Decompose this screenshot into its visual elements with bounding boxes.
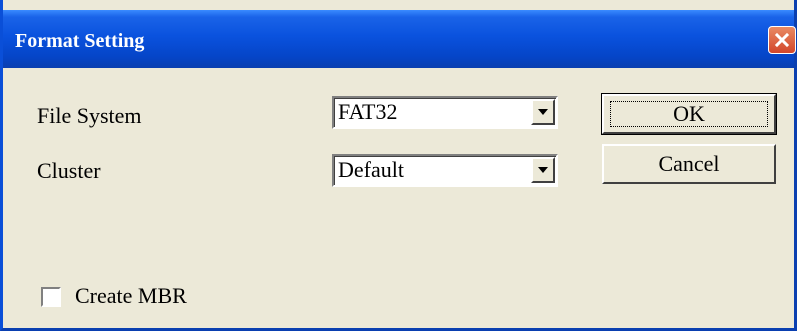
file-system-select[interactable]: FAT32 (332, 96, 558, 129)
chevron-down-icon (538, 167, 548, 173)
create-mbr-label[interactable]: Create MBR (75, 283, 187, 309)
file-system-label: File System (37, 103, 142, 128)
cluster-value: Default (338, 157, 404, 182)
create-mbr-checkbox[interactable] (41, 287, 61, 307)
close-button[interactable] (768, 26, 796, 54)
dialog-title: Format Setting (15, 30, 145, 52)
cluster-dropdown-button[interactable] (531, 157, 555, 183)
cancel-button-label: Cancel (658, 151, 720, 176)
format-setting-dialog: Format Setting File System FAT32 Cluster… (0, 0, 797, 331)
ok-button[interactable]: OK (601, 93, 777, 135)
focus-ring (610, 101, 768, 127)
file-system-value: FAT32 (338, 99, 398, 124)
close-icon (774, 32, 790, 48)
chevron-down-icon (538, 109, 548, 115)
cluster-select[interactable]: Default (332, 154, 558, 187)
cluster-label: Cluster (37, 158, 101, 183)
title-bar[interactable]: Format Setting (3, 10, 796, 68)
cancel-button[interactable]: Cancel (602, 144, 776, 184)
file-system-dropdown-button[interactable] (531, 99, 555, 125)
